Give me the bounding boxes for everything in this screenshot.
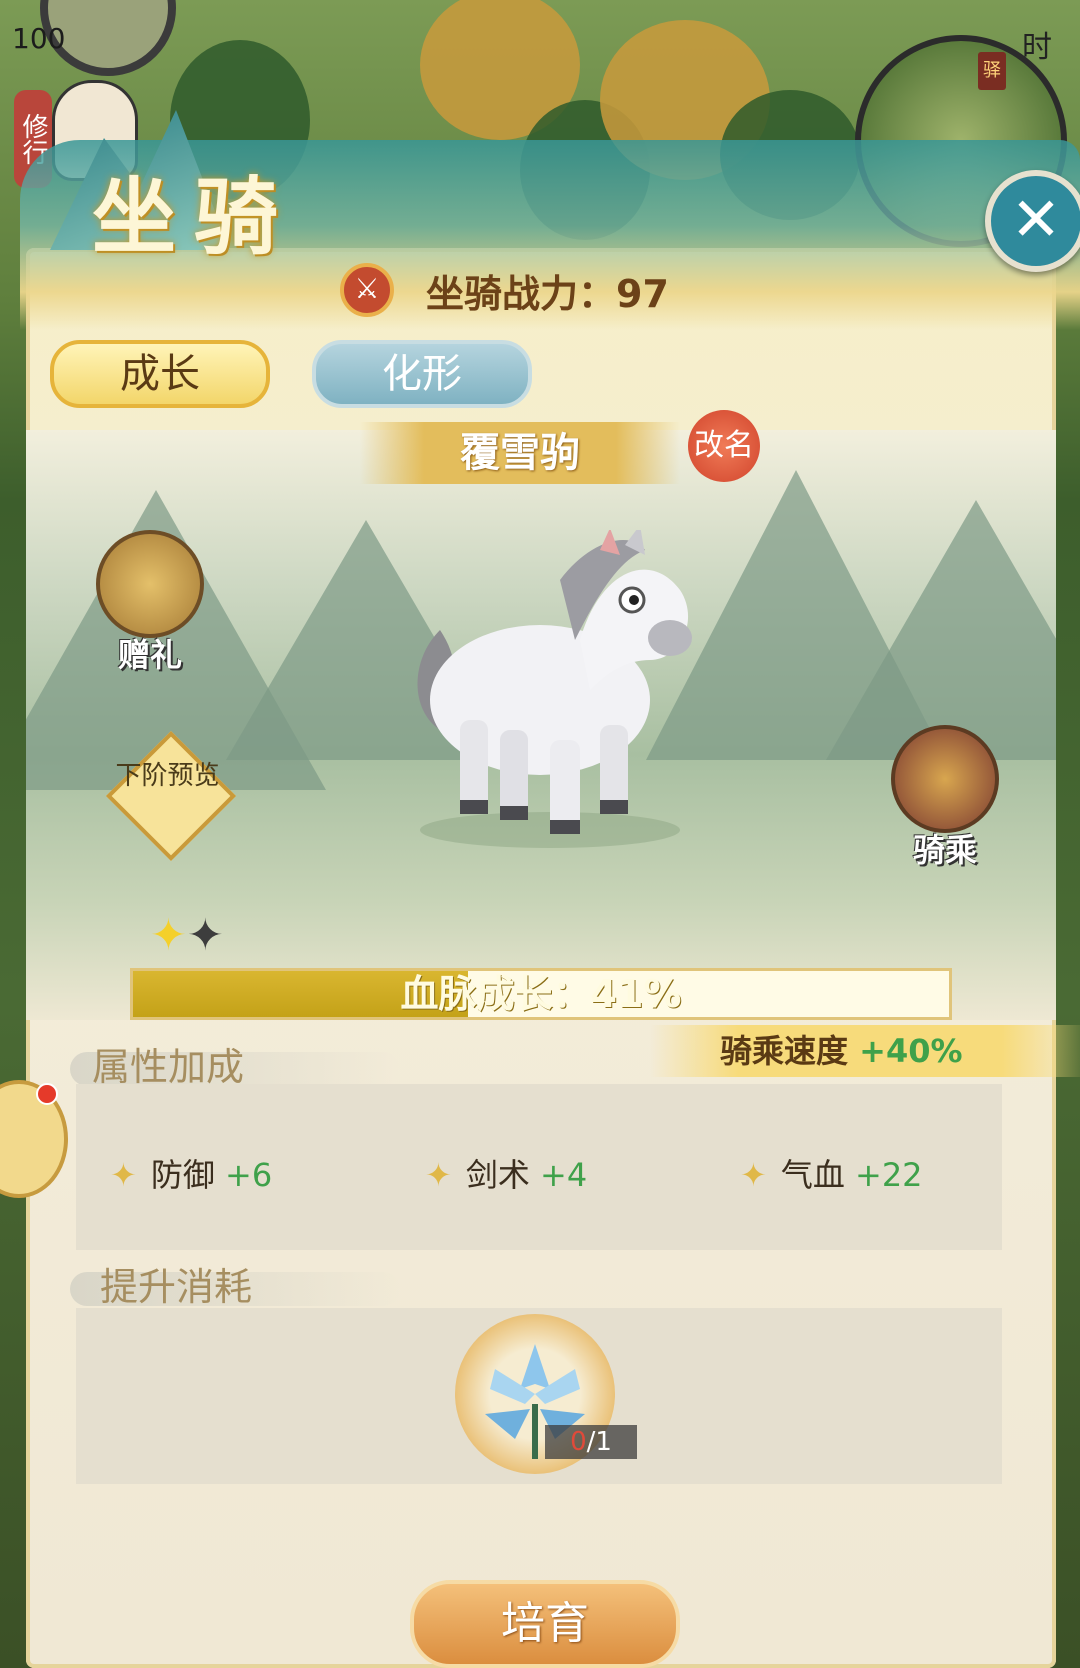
crossed-swords-icon: ⚔ (340, 263, 394, 317)
notification-dot (36, 1083, 58, 1105)
close-button[interactable]: ✕ (985, 170, 1080, 272)
attributes-section-title: 属性加成 (92, 1045, 245, 1089)
ride-speed-value: +40% (859, 1032, 963, 1070)
tab-transform[interactable]: 化形 (312, 340, 532, 408)
star-rating: ✦✦ (150, 910, 224, 961)
attribute-name: 气血 (780, 1156, 845, 1194)
treasure-chest-icon (96, 530, 204, 638)
close-icon: ✕ (1010, 185, 1062, 255)
tab-growth[interactable]: 成长 (50, 340, 270, 408)
saddle-icon (891, 725, 999, 833)
rename-button[interactable]: 改名 (688, 410, 760, 482)
mount-power-text: 坐骑战力：97 (426, 271, 669, 316)
gift-button[interactable]: 赠礼 (85, 530, 215, 676)
sparkle-icon: ✦ (740, 1156, 767, 1194)
sparkle-icon: ✦ (425, 1156, 452, 1194)
attribute-name: 剑术 (465, 1156, 530, 1194)
player-level: 100 (12, 22, 66, 55)
star-filled-icon: ✦ (150, 910, 187, 961)
cost-have: 0 (570, 1427, 587, 1457)
bloodline-progress-label: 血脉成长：41% (400, 972, 682, 1016)
ride-button[interactable]: 骑乘 (880, 725, 1010, 871)
sparkle-icon: ✦ (110, 1156, 137, 1194)
star-empty-icon: ✦ (186, 910, 224, 961)
cost-count: 0/1 (545, 1425, 637, 1459)
attribute-name: 防御 (150, 1156, 215, 1194)
attribute-vitality: ✦ 气血 +22 (740, 1150, 923, 1196)
attribute-value: +22 (855, 1156, 923, 1194)
panel-title: 坐骑 (92, 167, 297, 266)
ride-label: 骑乘 (912, 831, 977, 869)
cost-section-title: 提升消耗 (100, 1265, 253, 1309)
cultivate-button[interactable]: 培育 (410, 1580, 680, 1668)
ride-speed-bonus: 骑乘速度 +40% (650, 1025, 1080, 1077)
white-horse-model (417, 530, 692, 848)
attribute-swordsmanship: ✦ 剑术 +4 (425, 1150, 587, 1196)
bloodline-progress-bar: 血脉成长：41% (130, 968, 952, 1020)
next-stage-preview-label: 下阶预览 (115, 761, 220, 791)
gift-label: 赠礼 (117, 636, 182, 674)
minimap-post-marker: 驿 (978, 52, 1006, 90)
attribute-value: +4 (540, 1156, 588, 1194)
ride-speed-label: 骑乘速度 (720, 1032, 849, 1070)
mount-power-row: ⚔ 坐骑战力：97 (340, 260, 669, 320)
attribute-defense: ✦ 防御 +6 (110, 1150, 272, 1196)
attribute-value: +6 (225, 1156, 273, 1194)
cost-need: /1 (586, 1427, 612, 1457)
mount-name: 覆雪驹 (360, 422, 680, 484)
